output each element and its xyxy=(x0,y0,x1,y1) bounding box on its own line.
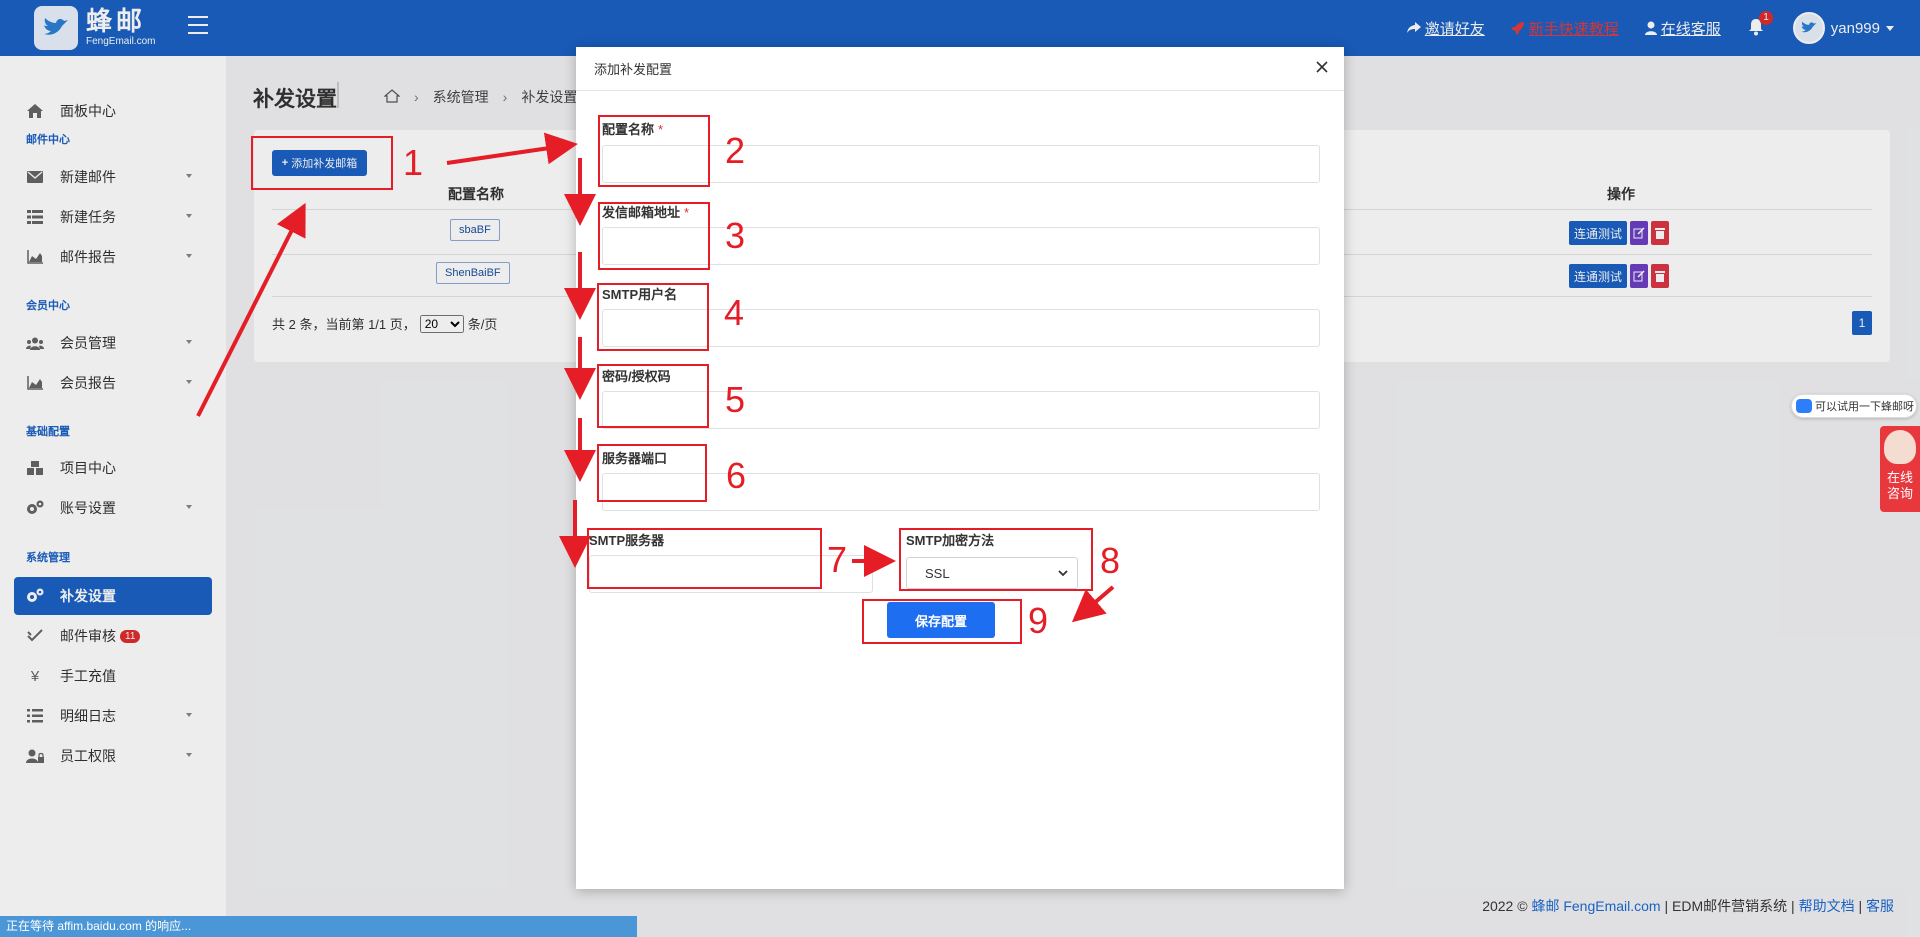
annotation-box xyxy=(251,136,393,190)
footer-sep: | xyxy=(1858,898,1863,914)
server-port-input[interactable] xyxy=(602,473,1320,511)
annotation-number: 4 xyxy=(724,292,745,333)
close-icon[interactable] xyxy=(1314,59,1330,75)
chat-icon xyxy=(1796,399,1812,413)
password-input[interactable] xyxy=(602,391,1320,429)
annotation-box xyxy=(587,528,822,589)
modal-header: 添加补发配置 xyxy=(576,47,1344,91)
footer-help-link[interactable]: 帮助文档 xyxy=(1799,898,1855,914)
annotation-box xyxy=(598,115,710,187)
modal-title: 添加补发配置 xyxy=(594,62,673,77)
annotation-number: 5 xyxy=(725,379,746,420)
agent-avatar xyxy=(1884,430,1916,464)
online-consult-button[interactable]: 在线 咨询 xyxy=(1880,426,1920,512)
smtp-user-input[interactable] xyxy=(602,309,1320,347)
browser-status-bar: 正在等待 affim.baidu.com 的响应... xyxy=(0,916,637,937)
annotation-number: 6 xyxy=(726,455,747,496)
consult-label-2: 咨询 xyxy=(1886,486,1913,501)
annotation-number: 2 xyxy=(725,130,746,171)
annotation-number: 8 xyxy=(1100,540,1121,581)
footer-sep: | xyxy=(1664,898,1669,914)
footer: 2022 © 蜂邮 FengEmail.com | EDM邮件营销系统 | 帮助… xyxy=(1482,896,1894,916)
annotation-box xyxy=(597,283,709,351)
annotation-number: 3 xyxy=(725,215,746,256)
footer-support-link[interactable]: 客服 xyxy=(1866,898,1894,914)
try-text: 可以试用一下蜂邮呀 xyxy=(1815,401,1914,413)
footer-system: EDM邮件营销系统 xyxy=(1672,898,1788,914)
footer-brand-link[interactable]: 蜂邮 FengEmail.com xyxy=(1531,898,1660,914)
try-bubble[interactable]: 可以试用一下蜂邮呀 xyxy=(1791,394,1917,418)
annotation-box xyxy=(597,364,709,428)
annotation-box xyxy=(598,202,710,270)
annotation-box xyxy=(899,528,1093,591)
annotation-box xyxy=(862,599,1022,644)
annotation-number: 9 xyxy=(1028,600,1049,641)
consult-label-1: 在线 xyxy=(1886,470,1913,485)
footer-sep: | xyxy=(1791,898,1795,914)
annotation-box xyxy=(597,444,707,502)
annotation-number: 7 xyxy=(827,539,848,580)
annotation-number: 1 xyxy=(403,142,424,183)
footer-copyright: 2022 © xyxy=(1482,898,1528,914)
